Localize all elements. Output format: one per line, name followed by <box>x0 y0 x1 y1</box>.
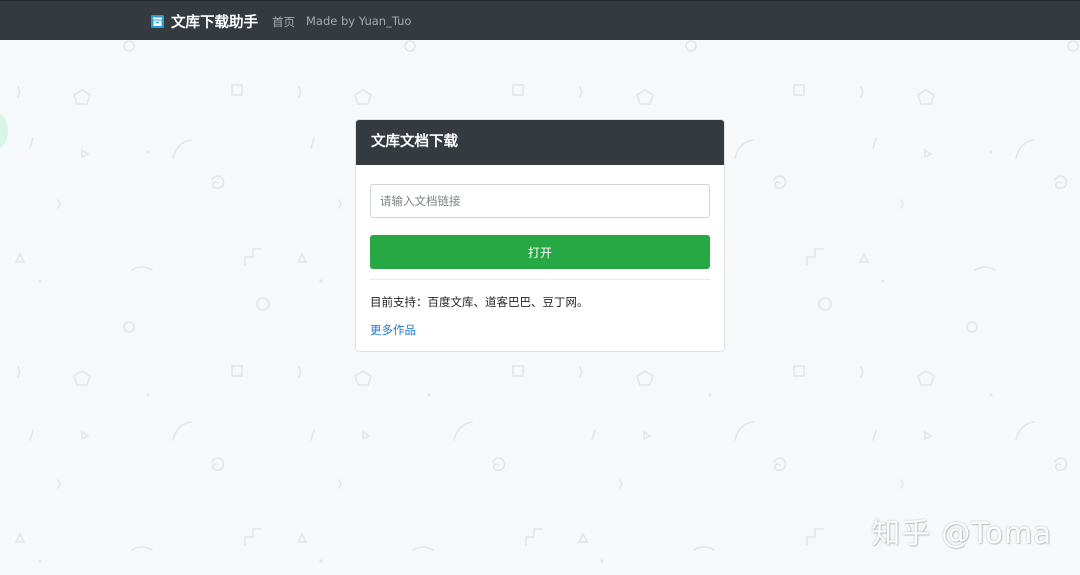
watermark: 知乎 @Toma <box>871 516 1052 550</box>
supported-sites-text: 目前支持：百度文库、道客巴巴、豆丁网。 <box>370 295 589 309</box>
download-card: 文库文档下载 打开 目前支持：百度文库、道客巴巴、豆丁网。 更多作品 <box>355 119 725 352</box>
card-title: 文库文档下载 <box>356 120 724 165</box>
navbar-brand[interactable]: 文库下载助手 <box>151 11 258 31</box>
top-navbar: 文库下载助手 首页 Made by Yuan_Tuo <box>0 0 1080 40</box>
brand-title: 文库下载助手 <box>171 14 258 31</box>
nav-link-home[interactable]: 首页 <box>272 14 295 30</box>
document-link-input[interactable] <box>370 184 710 218</box>
side-floating-widget <box>0 114 8 148</box>
more-works-link[interactable]: 更多作品 <box>370 322 416 338</box>
nav-link-author[interactable]: Made by Yuan_Tuo <box>306 14 411 28</box>
open-button[interactable]: 打开 <box>370 235 710 269</box>
archive-icon <box>151 14 164 28</box>
divider <box>370 279 710 280</box>
